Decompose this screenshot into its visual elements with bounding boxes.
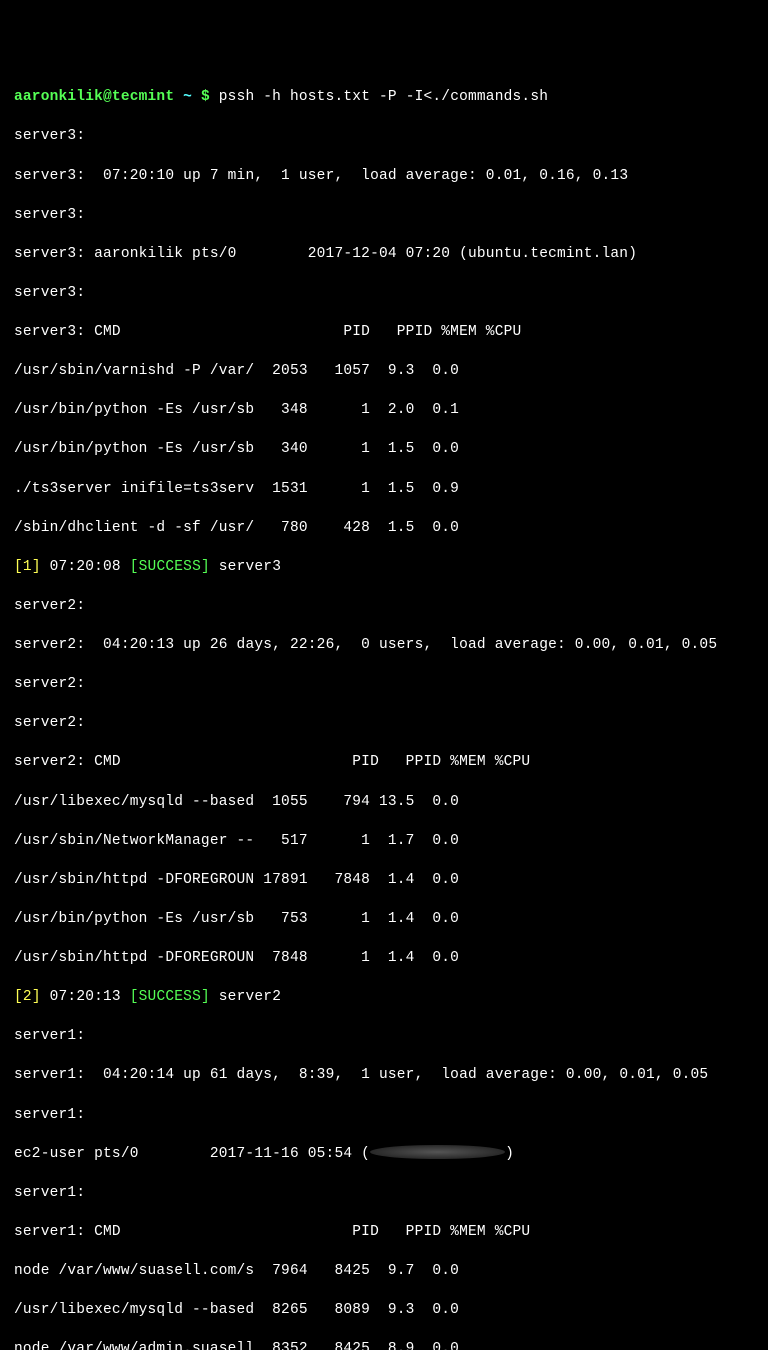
line: server2: <box>14 675 754 695</box>
proc-header: server1: CMD PID PPID %MEM %CPU <box>14 1223 754 1243</box>
result-line: [2] 07:20:13 [SUCCESS] server2 <box>14 988 754 1008</box>
proc-row: /sbin/dhclient -d -sf /usr/ 780 428 1.5 … <box>14 519 754 539</box>
uptime-line: server2: 04:20:13 up 26 days, 22:26, 0 u… <box>14 636 754 656</box>
who-line: ec2-user pts/0 2017-11-16 05:54 () <box>14 1145 754 1165</box>
prompt-marker: $ <box>201 89 210 105</box>
proc-row: /usr/sbin/httpd -DFOREGROUN 17891 7848 1… <box>14 871 754 891</box>
line: server1: <box>14 1106 754 1126</box>
proc-row: /usr/bin/python -Es /usr/sb 348 1 2.0 0.… <box>14 401 754 421</box>
line: server3: <box>14 127 754 147</box>
proc-row: /usr/sbin/httpd -DFOREGROUN 7848 1 1.4 0… <box>14 949 754 969</box>
proc-header: server2: CMD PID PPID %MEM %CPU <box>14 753 754 773</box>
command-text: pssh -h hosts.txt -P -I<./commands.sh <box>219 89 548 105</box>
proc-row: /usr/sbin/varnishd -P /var/ 2053 1057 9.… <box>14 362 754 382</box>
proc-header: server3: CMD PID PPID %MEM %CPU <box>14 323 754 343</box>
cwd: ~ <box>183 89 192 105</box>
line: server3: <box>14 206 754 226</box>
line: server2: <box>14 597 754 617</box>
line: server3: <box>14 284 754 304</box>
line: server1: <box>14 1184 754 1204</box>
proc-row: node /var/www/admin.suasell 8352 8425 8.… <box>14 1340 754 1350</box>
proc-row: /usr/bin/python -Es /usr/sb 340 1 1.5 0.… <box>14 440 754 460</box>
line: server1: <box>14 1027 754 1047</box>
proc-row: node /var/www/suasell.com/s 7964 8425 9.… <box>14 1262 754 1282</box>
uptime-line: server3: 07:20:10 up 7 min, 1 user, load… <box>14 167 754 187</box>
line: server2: <box>14 714 754 734</box>
proc-row: /usr/sbin/NetworkManager -- 517 1 1.7 0.… <box>14 832 754 852</box>
uptime-line: server1: 04:20:14 up 61 days, 8:39, 1 us… <box>14 1066 754 1086</box>
who-line: server3: aaronkilik pts/0 2017-12-04 07:… <box>14 245 754 265</box>
result-line: [1] 07:20:08 [SUCCESS] server3 <box>14 558 754 578</box>
redacted-host-icon <box>370 1145 505 1159</box>
proc-row: ./ts3server inifile=ts3serv 1531 1 1.5 0… <box>14 480 754 500</box>
user-host: aaronkilik@tecmint <box>14 89 174 105</box>
proc-row: /usr/libexec/mysqld --based 8265 8089 9.… <box>14 1301 754 1321</box>
prompt-line: aaronkilik@tecmint ~ $ pssh -h hosts.txt… <box>14 88 754 108</box>
proc-row: /usr/bin/python -Es /usr/sb 753 1 1.4 0.… <box>14 910 754 930</box>
proc-row: /usr/libexec/mysqld --based 1055 794 13.… <box>14 793 754 813</box>
